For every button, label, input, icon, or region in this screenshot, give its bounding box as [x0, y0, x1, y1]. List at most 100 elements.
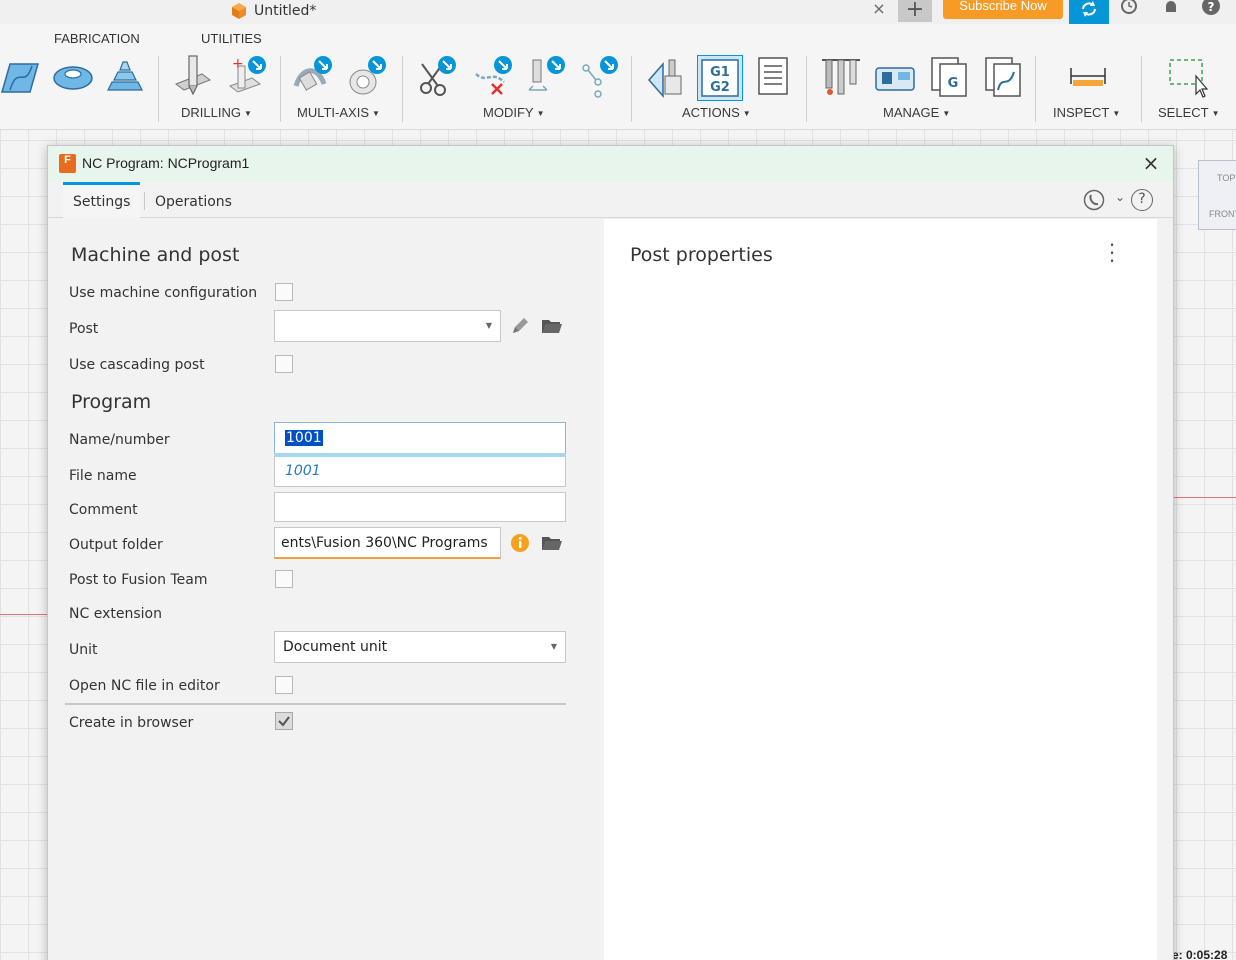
pocket-icon[interactable] [52, 54, 94, 100]
cube-icon [232, 3, 246, 19]
nc-extension-label: NC extension [69, 606, 162, 622]
drill-icon[interactable] [172, 54, 214, 100]
viewcube-front-face[interactable]: FRONT [1209, 209, 1236, 219]
tab-fabrication[interactable]: FABRICATION [54, 31, 140, 46]
chevron-down-icon[interactable]: ⌄ [1115, 190, 1125, 204]
axis-line [0, 614, 48, 615]
folder-open-icon[interactable] [541, 315, 563, 337]
pencil-icon[interactable] [509, 315, 531, 337]
help-icon[interactable]: ? [1131, 189, 1153, 211]
ribbon-separator [631, 56, 632, 122]
manage-label: MANAGE [883, 105, 940, 120]
svg-text:G: G [948, 76, 959, 91]
autocomplete-suggestion[interactable]: 1001 [274, 453, 566, 487]
name-number-value: 1001 [285, 430, 323, 446]
axis-line [1174, 497, 1236, 498]
document-title: Untitled* [254, 3, 317, 19]
sync-icon[interactable] [1069, 0, 1109, 24]
file-name-label: File name [69, 468, 137, 484]
ribbon-separator [402, 56, 403, 122]
select-label: SELECT [1158, 105, 1209, 120]
elapsed-timer: e: 0:05:28 [1172, 948, 1228, 960]
nc-program-icon[interactable]: G [928, 54, 970, 100]
delete-icon[interactable] [472, 54, 514, 100]
post-select[interactable]: ▼ [274, 310, 501, 342]
bell-icon[interactable] [1160, 0, 1182, 18]
svg-text:G2: G2 [710, 80, 730, 95]
actions-group-menu[interactable]: ACTIONS ▼ [682, 105, 751, 120]
document-tab[interactable]: Untitled* [230, 0, 316, 22]
drilling-group-menu[interactable]: DRILLING ▼ [181, 105, 252, 120]
use-machine-config-label: Use machine configuration [69, 285, 258, 301]
clock-icon[interactable] [1118, 0, 1140, 18]
subscribe-button[interactable]: Subscribe Now [943, 0, 1063, 19]
tool-edit-icon[interactable] [525, 54, 567, 100]
inspect-group-menu[interactable]: INSPECT ▼ [1053, 105, 1120, 120]
post-label: Post [69, 321, 99, 337]
machine-library-icon[interactable] [874, 54, 916, 100]
multiaxis-icon[interactable] [292, 54, 334, 100]
ribbon-separator [158, 56, 159, 122]
more-options-icon[interactable]: · · · [1104, 235, 1120, 271]
svg-text:G1: G1 [710, 65, 730, 80]
new-tab-button[interactable]: + [898, 0, 932, 22]
program-heading: Program [71, 391, 152, 413]
use-machine-config-checkbox[interactable] [275, 283, 293, 301]
post-team-checkbox[interactable] [275, 570, 293, 588]
name-number-label: Name/number [69, 432, 170, 448]
close-icon[interactable]: × [1141, 152, 1161, 174]
autocomplete-text: 1001 [285, 463, 321, 479]
viewcube[interactable]: TOP FRONT [1198, 160, 1236, 230]
title-bar: Untitled* × + Subscribe Now ? [0, 0, 1236, 24]
setup-sheet-icon[interactable] [753, 54, 795, 100]
dialog-tabs: Settings Operations ⌄ ? [48, 182, 1173, 218]
ribbon-separator [806, 56, 807, 122]
checkmark-icon [278, 716, 290, 727]
select-group-menu[interactable]: SELECT ▼ [1158, 105, 1220, 120]
ribbon-separator [1141, 56, 1142, 122]
create-browser-checkbox[interactable] [275, 712, 293, 730]
phone-icon[interactable] [1083, 189, 1105, 211]
manage-group-menu[interactable]: MANAGE ▼ [883, 105, 950, 120]
info-warning-icon[interactable] [509, 532, 531, 554]
contour-icon[interactable] [104, 54, 146, 100]
comment-input[interactable] [274, 492, 566, 522]
simulate-icon[interactable] [645, 54, 687, 100]
close-tab-icon[interactable]: × [870, 0, 888, 18]
tab-settings[interactable]: Settings [63, 182, 141, 218]
settings-pane: Machine and post Use machine configurati… [48, 219, 604, 960]
tool-library-icon[interactable] [820, 54, 862, 100]
pattern-icon[interactable] [578, 54, 620, 100]
multiaxis-group-menu[interactable]: MULTI-AXIS ▼ [297, 105, 380, 120]
drilling-label: DRILLING [181, 105, 241, 120]
dropdown-caret-icon: ▼ [550, 642, 557, 651]
tab-utilities[interactable]: UTILITIES [201, 31, 262, 46]
dialog-title-bar[interactable]: F NC Program: NCProgram1 × [48, 146, 1173, 182]
post-properties-heading: Post properties [630, 244, 773, 266]
folder-open-icon[interactable] [541, 532, 563, 554]
section-divider [65, 703, 566, 705]
surface-icon[interactable] [0, 54, 40, 100]
output-folder-label: Output folder [69, 537, 163, 553]
dropdown-caret-icon: ▼ [485, 321, 492, 330]
measure-icon[interactable] [1067, 54, 1109, 100]
modify-label: MODIFY [483, 105, 534, 120]
post-process-icon[interactable]: G1 G2 [696, 54, 744, 102]
use-cascading-checkbox[interactable] [275, 355, 293, 373]
ribbon-separator [1035, 56, 1036, 122]
tab-operations[interactable]: Operations [145, 182, 242, 218]
hole-recognition-icon[interactable]: + [226, 54, 268, 100]
svg-text:?: ? [1208, 0, 1215, 14]
unit-select[interactable]: Document unit ▼ [274, 631, 566, 663]
cut-icon[interactable] [416, 54, 458, 100]
select-window-icon[interactable] [1168, 54, 1210, 100]
template-icon[interactable] [982, 54, 1024, 100]
output-folder-input[interactable]: ents\Fusion 360\NC Programs [274, 527, 501, 559]
viewcube-top-face[interactable]: TOP [1217, 173, 1235, 183]
name-number-input[interactable]: 1001 [274, 422, 566, 454]
unit-select-value: Document unit [283, 639, 388, 655]
open-nc-checkbox[interactable] [275, 676, 293, 694]
modify-group-menu[interactable]: MODIFY ▼ [483, 105, 544, 120]
help-circle-icon[interactable]: ? [1200, 0, 1222, 18]
rotary-icon[interactable] [346, 54, 388, 100]
